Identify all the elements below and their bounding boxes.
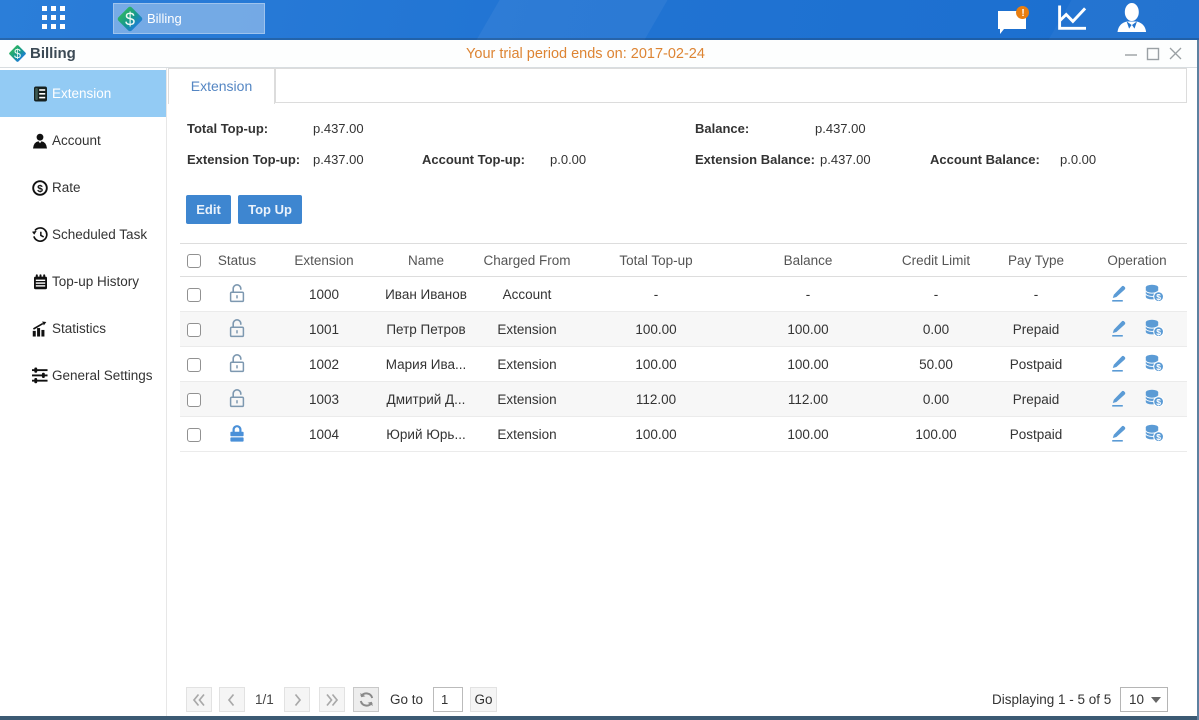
svg-text:$: $ (1156, 291, 1161, 301)
svg-text:$: $ (1156, 326, 1161, 336)
svg-text:$: $ (125, 9, 135, 29)
svg-text:$: $ (1156, 396, 1161, 406)
svg-text:$: $ (37, 183, 43, 195)
svg-text:$: $ (1156, 431, 1161, 441)
svg-text:$: $ (1156, 361, 1161, 371)
svg-text:!: ! (1021, 8, 1024, 19)
